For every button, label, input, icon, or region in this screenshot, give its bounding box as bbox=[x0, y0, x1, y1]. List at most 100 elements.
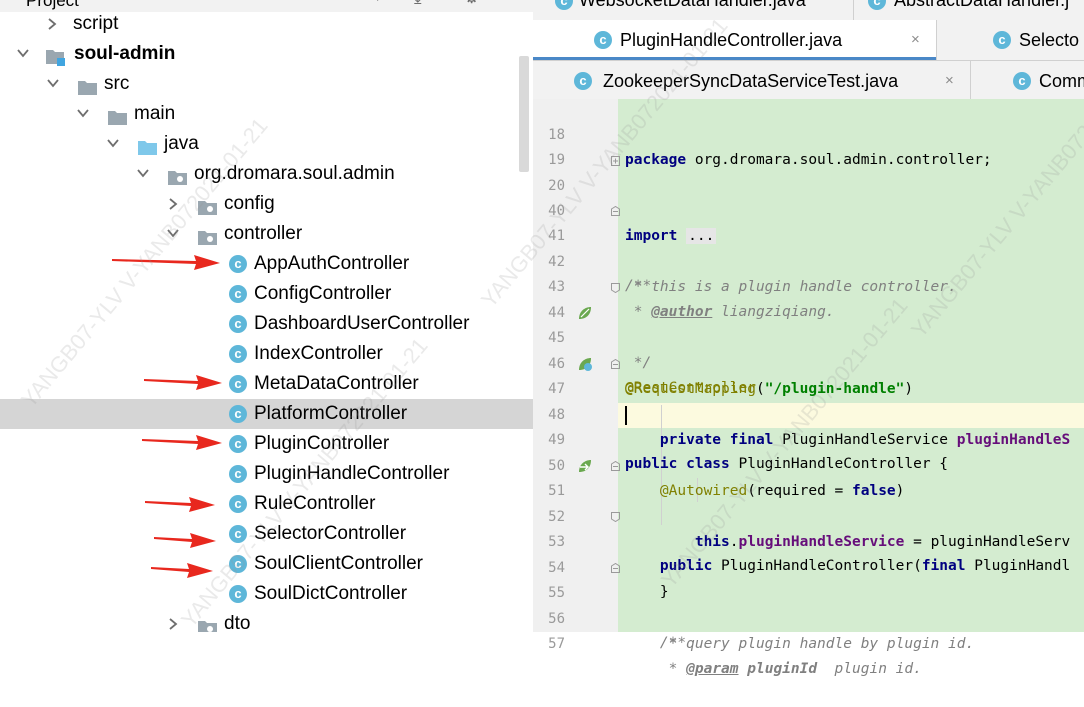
class-icon: c bbox=[229, 525, 247, 543]
fold-minus-icon[interactable] bbox=[611, 206, 620, 216]
close-icon[interactable]: × bbox=[911, 20, 920, 60]
fold-minus-icon[interactable] bbox=[611, 359, 620, 369]
chevron-down-icon[interactable] bbox=[77, 99, 91, 129]
tree-item-label: SoulDictController bbox=[254, 583, 408, 604]
package-icon bbox=[198, 226, 217, 245]
tree-item-src[interactable]: src bbox=[0, 69, 533, 99]
tab-selectorcontroller[interactable]: c Selecto bbox=[937, 20, 1084, 60]
close-icon[interactable]: × bbox=[945, 61, 954, 101]
fold-plus-icon[interactable] bbox=[611, 156, 620, 166]
tree-item-class[interactable]: c PluginController bbox=[0, 429, 533, 459]
tree-item-label: src bbox=[104, 73, 130, 94]
code-line: 40 bbox=[533, 174, 1084, 219]
folder-icon bbox=[108, 106, 127, 125]
tree-item-label: soul-admin bbox=[74, 43, 176, 64]
locate-icon[interactable]: ⌖ bbox=[373, 0, 383, 8]
tree-item-label: java bbox=[164, 133, 199, 154]
fold-end-icon[interactable] bbox=[611, 283, 620, 293]
code-line: 51 public PluginHandleController(final P… bbox=[533, 454, 1084, 574]
code-line: 20 import ... bbox=[533, 149, 1084, 244]
tree-item-label: controller bbox=[224, 223, 303, 244]
tree-item-dto[interactable]: dto bbox=[0, 609, 533, 632]
hide-icon[interactable]: — bbox=[506, 0, 523, 8]
folder-icon bbox=[78, 76, 97, 95]
chevron-right-icon[interactable] bbox=[168, 609, 182, 632]
tab-zookeepersyncdataservicetest[interactable]: c ZookeeperSyncDataServiceTest.java × bbox=[533, 61, 970, 101]
class-icon: c bbox=[229, 375, 247, 393]
chevron-right-icon[interactable] bbox=[47, 9, 61, 39]
module-folder-icon bbox=[46, 46, 65, 66]
code-line: 43 * @author liangziqiang. bbox=[533, 250, 1084, 320]
tree-item-label: AppAuthController bbox=[254, 253, 410, 274]
tree-item-class[interactable]: c SelectorController bbox=[0, 519, 533, 549]
collapse-all-icon[interactable]: ⤓ bbox=[414, 0, 422, 8]
red-arrow-annotation bbox=[145, 497, 215, 512]
gear-icon[interactable]: ⚙ bbox=[464, 0, 479, 8]
tree-item-class[interactable]: c PluginHandleController bbox=[0, 459, 533, 489]
tree-item-class[interactable]: c SoulClientController bbox=[0, 549, 533, 579]
line-number: 57 bbox=[548, 636, 565, 652]
project-panel: Project ⌖ ⤓ ⚙ — script soul-admin src ma… bbox=[0, 0, 533, 632]
tree-item-script[interactable]: script bbox=[0, 9, 533, 39]
class-icon: c bbox=[229, 465, 247, 483]
tree-item-class[interactable]: c DashboardUserController bbox=[0, 309, 533, 339]
tab-websocketdatahandler[interactable]: c WebsocketDataHandler.java bbox=[533, 0, 853, 20]
code-line: 53 } bbox=[533, 505, 1084, 600]
tree-item-class[interactable]: c IndexController bbox=[0, 339, 533, 369]
tree-item-class-selected[interactable]: c PlatformController bbox=[0, 399, 533, 429]
class-icon: c bbox=[229, 285, 247, 303]
tree-item-label: RuleController bbox=[254, 493, 376, 514]
class-icon: c bbox=[1013, 72, 1031, 90]
tree-item-package[interactable]: org.dromara.soul.admin bbox=[0, 159, 533, 189]
tree-item-label: PluginHandleController bbox=[254, 463, 450, 484]
tree-item-class[interactable]: c RuleController bbox=[0, 489, 533, 519]
code-line: 45 @RestController bbox=[533, 301, 1084, 396]
package-icon bbox=[168, 166, 187, 185]
tree-item-main[interactable]: main bbox=[0, 99, 533, 129]
fold-minus-icon[interactable] bbox=[611, 563, 620, 573]
chevron-down-icon[interactable] bbox=[47, 69, 61, 99]
chevron-down-icon[interactable] bbox=[107, 129, 121, 159]
tab-label: Selecto bbox=[1019, 30, 1080, 50]
code-line: 42 * this is a plugin handle controller. bbox=[533, 225, 1084, 295]
tree-item-class[interactable]: c AppAuthController bbox=[0, 249, 533, 279]
class-icon: c bbox=[229, 255, 247, 273]
tree-item-label: script bbox=[73, 13, 119, 34]
tab-abstractdatahandler[interactable]: c AbstractDataHandler.j bbox=[854, 0, 1084, 20]
spring-bean-icon[interactable] bbox=[577, 305, 593, 321]
fold-end-icon[interactable] bbox=[611, 512, 620, 522]
tree-item-label: MetaDataController bbox=[254, 373, 419, 394]
tree-item-controller[interactable]: controller bbox=[0, 219, 533, 249]
tree-item-config[interactable]: config bbox=[0, 189, 533, 219]
tree-item-label: ConfigController bbox=[254, 283, 392, 304]
code-line: 54 bbox=[533, 531, 1084, 576]
tree-item-class[interactable]: c ConfigController bbox=[0, 279, 533, 309]
class-icon: c bbox=[229, 405, 247, 423]
spring-autowired-icon[interactable] bbox=[577, 458, 593, 474]
code-line-current[interactable]: 49 bbox=[533, 403, 1084, 448]
tree-scrollbar[interactable] bbox=[519, 56, 529, 172]
class-icon: c bbox=[229, 435, 247, 453]
class-icon: c bbox=[229, 315, 247, 333]
code-line: 48 private final PluginHandleService plu… bbox=[533, 378, 1084, 448]
spring-bean-icon[interactable] bbox=[577, 356, 593, 372]
chevron-down-icon[interactable] bbox=[17, 39, 31, 69]
red-arrow-annotation bbox=[112, 255, 220, 270]
chevron-down-icon[interactable] bbox=[167, 219, 181, 249]
tree-item-soul-admin[interactable]: soul-admin bbox=[0, 39, 533, 69]
tab-pluginhandlecontroller[interactable]: c PluginHandleController.java × bbox=[533, 20, 936, 60]
code-line: 18 package org.dromara.soul.admin.contro… bbox=[533, 98, 1084, 168]
tree-item-class[interactable]: c SoulDictController bbox=[0, 579, 533, 609]
tree-item-label: dto bbox=[224, 613, 251, 632]
chevron-down-icon[interactable] bbox=[137, 159, 151, 189]
chevron-right-icon[interactable] bbox=[168, 189, 182, 219]
tab-common[interactable]: c Comm bbox=[971, 61, 1084, 101]
tree-item-label: PluginController bbox=[254, 433, 390, 454]
tree-item-class[interactable]: c MetaDataController bbox=[0, 369, 533, 399]
tree-item-java[interactable]: java bbox=[0, 129, 533, 159]
class-icon: c bbox=[574, 72, 592, 90]
class-icon: c bbox=[993, 31, 1011, 49]
tree-item-label: config bbox=[224, 193, 275, 214]
class-icon: c bbox=[229, 585, 247, 603]
fold-minus-icon[interactable] bbox=[611, 461, 620, 471]
